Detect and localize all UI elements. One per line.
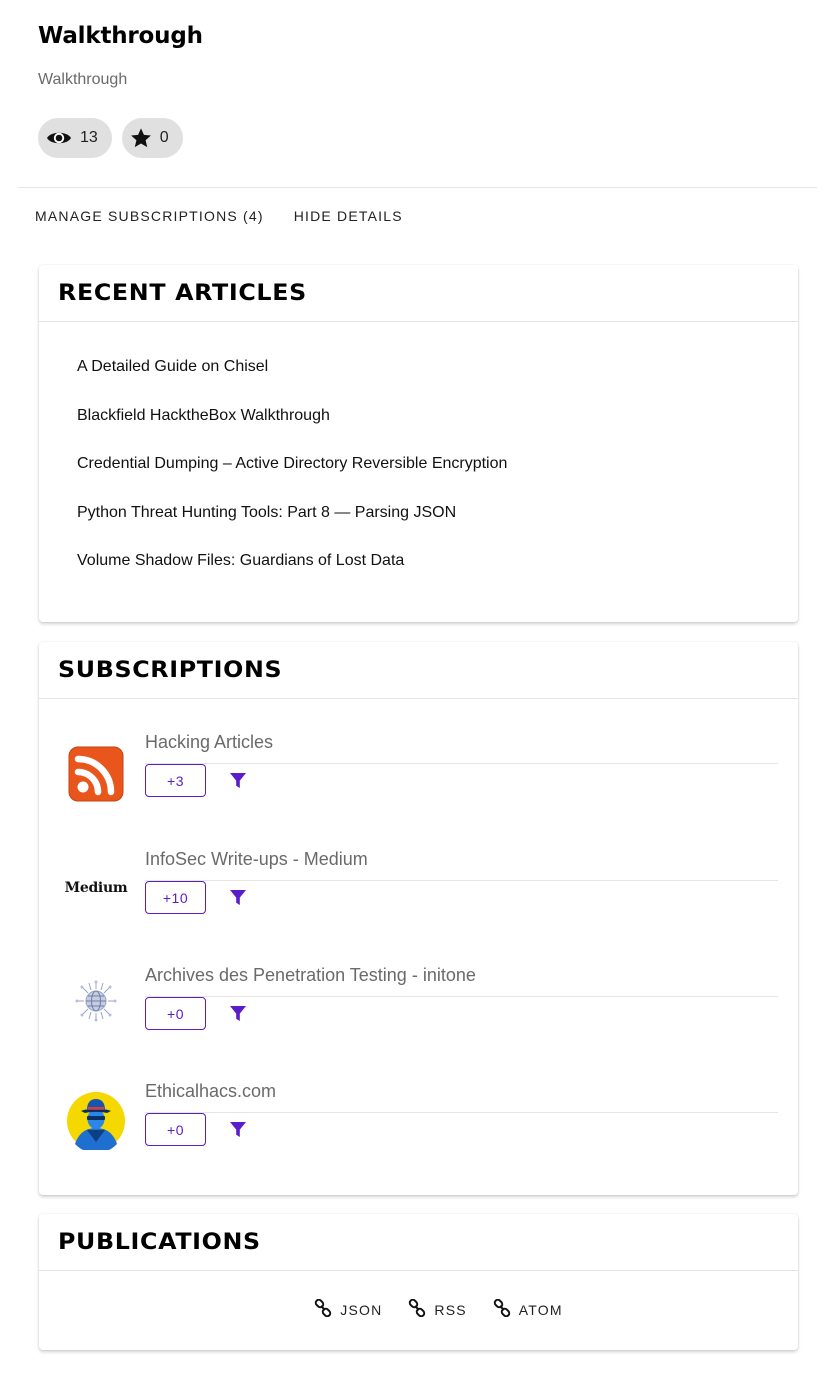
header-divider xyxy=(18,187,817,188)
stats-chips: 13 0 xyxy=(38,118,183,158)
rss-link-label: RSS xyxy=(434,1301,467,1318)
link-icon xyxy=(408,1298,426,1320)
subscription-name[interactable]: InfoSec Write-ups - Medium xyxy=(145,848,778,881)
views-chip[interactable]: 13 xyxy=(38,118,112,158)
star-icon xyxy=(130,127,152,149)
publications-header: PUBLICATIONS xyxy=(39,1214,798,1271)
json-link[interactable]: JSON xyxy=(314,1298,383,1320)
recent-articles-card: RECENT ARTICLES A Detailed Guide on Chis… xyxy=(39,265,798,622)
publications-card: PUBLICATIONS JSON RSS ATOM xyxy=(39,1214,798,1350)
subscription-name[interactable]: Hacking Articles xyxy=(145,731,778,764)
publication-links: JSON RSS ATOM xyxy=(39,1271,798,1320)
subscription-item: Ethicalhacs.com +0 xyxy=(39,1080,798,1180)
json-link-label: JSON xyxy=(340,1301,383,1318)
article-link[interactable]: A Detailed Guide on Chisel xyxy=(77,358,268,375)
filter-icon[interactable] xyxy=(227,770,249,792)
subscription-name[interactable]: Ethicalhacs.com xyxy=(145,1080,778,1113)
link-icon xyxy=(314,1298,332,1320)
stars-chip[interactable]: 0 xyxy=(121,118,183,158)
article-list: A Detailed Guide on Chisel Blackfield Ha… xyxy=(39,322,798,571)
subscription-item: Medium InfoSec Write-ups - Medium +10 xyxy=(39,848,798,948)
page-subtitle: Walkthrough xyxy=(38,71,128,88)
unread-count-button[interactable]: +3 xyxy=(145,764,206,797)
views-count: 13 xyxy=(80,129,98,146)
globe-logo xyxy=(66,971,126,1031)
subscription-item: Archives des Penetration Testing - inito… xyxy=(39,964,798,1064)
page-header: Walkthrough Walkthrough xyxy=(38,20,817,90)
medium-logo: Medium xyxy=(64,858,128,918)
article-link[interactable]: Credential Dumping – Active Directory Re… xyxy=(77,455,507,472)
unread-count-button[interactable]: +0 xyxy=(145,997,206,1030)
recent-articles-title: RECENT ARTICLES xyxy=(58,280,307,306)
hacker-avatar-logo xyxy=(66,1091,126,1151)
subscription-item: Hacking Articles +3 xyxy=(39,731,798,831)
link-icon xyxy=(493,1298,511,1320)
unread-count-button[interactable]: +10 xyxy=(145,881,206,914)
subscriptions-card: SUBSCRIPTIONS Hacking Articles +3 Medium… xyxy=(39,642,798,1195)
recent-articles-header: RECENT ARTICLES xyxy=(39,265,798,322)
article-link[interactable]: Blackfield HacktheBox Walkthrough xyxy=(77,407,330,424)
unread-count-button[interactable]: +0 xyxy=(145,1113,206,1146)
filter-icon[interactable] xyxy=(227,1119,249,1141)
hide-details-button[interactable]: HIDE DETAILS xyxy=(294,207,403,225)
list-item[interactable]: Blackfield HacktheBox Walkthrough xyxy=(77,406,798,426)
manage-subscriptions-button[interactable]: MANAGE SUBSCRIPTIONS (4) xyxy=(35,207,264,225)
subscriptions-title: SUBSCRIPTIONS xyxy=(58,657,283,683)
article-link[interactable]: Volume Shadow Files: Guardians of Lost D… xyxy=(77,552,404,569)
list-item[interactable]: A Detailed Guide on Chisel xyxy=(77,357,798,377)
rss-link[interactable]: RSS xyxy=(408,1298,467,1320)
rss-logo xyxy=(66,744,126,804)
atom-link-label: ATOM xyxy=(518,1301,563,1318)
atom-link[interactable]: ATOM xyxy=(493,1298,563,1320)
subscriptions-header: SUBSCRIPTIONS xyxy=(39,642,798,699)
filter-icon[interactable] xyxy=(227,1003,249,1025)
medium-logo-text: Medium xyxy=(64,880,128,896)
page-title: Walkthrough xyxy=(38,23,203,49)
stars-count: 0 xyxy=(159,129,169,146)
article-link[interactable]: Python Threat Hunting Tools: Part 8 — Pa… xyxy=(77,504,456,521)
list-item[interactable]: Credential Dumping – Active Directory Re… xyxy=(77,454,798,474)
list-item[interactable]: Volume Shadow Files: Guardians of Lost D… xyxy=(77,551,798,571)
eye-icon xyxy=(46,129,72,147)
actions-bar: MANAGE SUBSCRIPTIONS (4) HIDE DETAILS xyxy=(35,207,403,225)
filter-icon[interactable] xyxy=(227,887,249,909)
list-item[interactable]: Python Threat Hunting Tools: Part 8 — Pa… xyxy=(77,503,798,523)
publications-title: PUBLICATIONS xyxy=(58,1229,261,1255)
subscription-name[interactable]: Archives des Penetration Testing - inito… xyxy=(145,964,778,997)
